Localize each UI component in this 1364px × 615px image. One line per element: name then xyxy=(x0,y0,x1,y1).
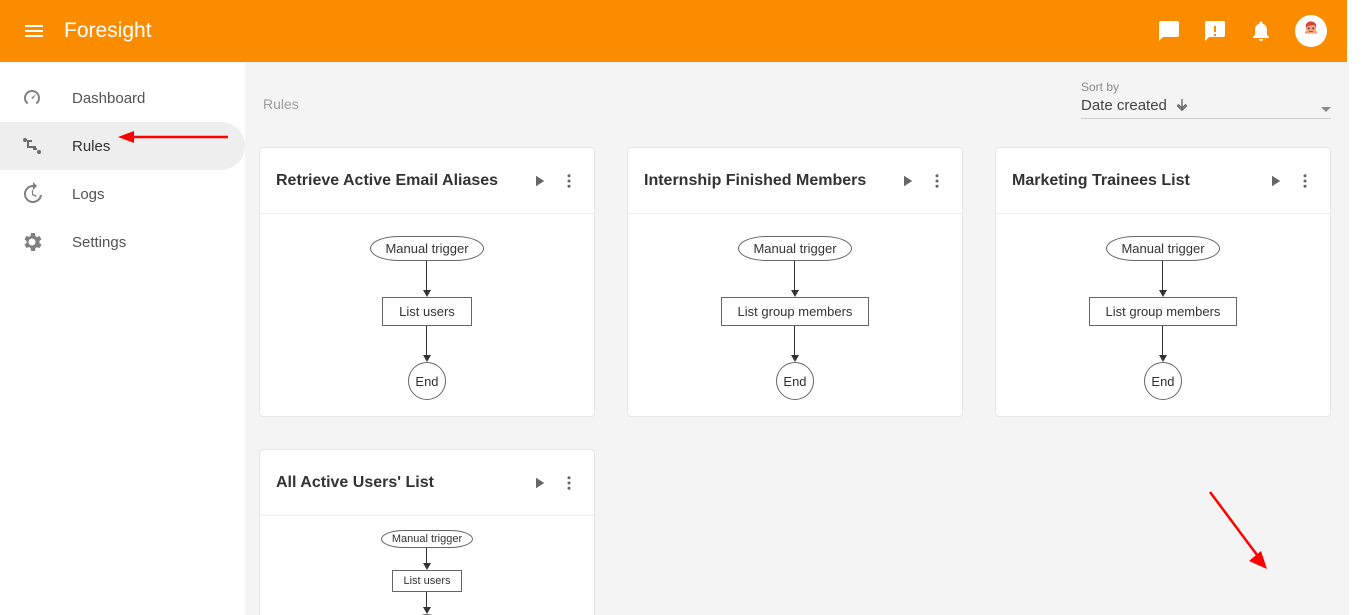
more-button[interactable] xyxy=(1290,166,1320,196)
run-button[interactable] xyxy=(1260,166,1290,196)
sidebar-item-label: Logs xyxy=(72,186,105,203)
page-title: Rules xyxy=(259,80,299,112)
end-node: End xyxy=(408,362,446,400)
rule-flowchart: Manual trigger List users End xyxy=(381,530,473,615)
rule-flowchart: Manual trigger List users End xyxy=(370,236,483,400)
hamburger-icon xyxy=(22,19,46,43)
play-icon xyxy=(530,474,548,492)
more-button[interactable] xyxy=(554,166,584,196)
brand-title: Foresight xyxy=(64,19,152,43)
action-node: List group members xyxy=(721,297,870,326)
end-node: End xyxy=(1144,362,1182,400)
sidebar-item-rules[interactable]: Rules xyxy=(0,122,245,170)
avatar[interactable] xyxy=(1295,15,1327,47)
sort-label: Sort by xyxy=(1081,80,1331,94)
run-button[interactable] xyxy=(524,468,554,498)
more-vert-icon xyxy=(928,172,946,190)
more-vert-icon xyxy=(1296,172,1314,190)
more-vert-icon xyxy=(560,172,578,190)
rule-title: Internship Finished Members xyxy=(644,172,892,190)
menu-button[interactable] xyxy=(14,11,54,51)
trigger-node: Manual trigger xyxy=(370,236,483,261)
more-button[interactable] xyxy=(922,166,952,196)
sidebar-item-label: Dashboard xyxy=(72,90,145,107)
rule-flowchart: Manual trigger List group members End xyxy=(1089,236,1238,400)
rule-title: All Active Users' List xyxy=(276,474,524,492)
trigger-node: Manual trigger xyxy=(1106,236,1219,261)
history-icon xyxy=(20,182,44,206)
more-button[interactable] xyxy=(554,468,584,498)
bell-icon[interactable] xyxy=(1249,19,1273,43)
sort-value: Date created xyxy=(1081,97,1167,114)
run-button[interactable] xyxy=(892,166,922,196)
play-icon xyxy=(898,172,916,190)
sidebar-item-label: Rules xyxy=(72,138,110,155)
end-node: End xyxy=(776,362,814,400)
sort-control[interactable]: Sort by Date created xyxy=(1081,80,1331,119)
main-content: Rules Sort by Date created Retrieve Acti… xyxy=(245,62,1349,615)
dropdown-caret-icon[interactable] xyxy=(1321,107,1331,112)
trigger-node: Manual trigger xyxy=(738,236,851,261)
more-vert-icon xyxy=(560,474,578,492)
action-node: List group members xyxy=(1089,297,1238,326)
chat-icon[interactable] xyxy=(1157,19,1181,43)
flow-icon xyxy=(20,134,44,158)
announcement-icon[interactable] xyxy=(1203,19,1227,43)
play-icon xyxy=(1266,172,1284,190)
rule-title: Marketing Trainees List xyxy=(1012,172,1260,190)
app-header: Foresight xyxy=(0,0,1347,62)
rule-card[interactable]: Marketing Trainees List Manual trigger L… xyxy=(995,147,1331,417)
avatar-image xyxy=(1297,17,1325,45)
trigger-node: Manual trigger xyxy=(381,530,473,548)
sidebar-item-label: Settings xyxy=(72,234,126,251)
sidebar: Dashboard Rules Logs Settings © 2022 xFa… xyxy=(0,62,245,615)
action-node: List users xyxy=(382,297,472,326)
gear-icon xyxy=(20,230,44,254)
arrow-down-icon[interactable] xyxy=(1173,96,1191,114)
action-node: List users xyxy=(392,570,461,592)
sidebar-item-logs[interactable]: Logs xyxy=(0,170,245,218)
run-button[interactable] xyxy=(524,166,554,196)
rule-title: Retrieve Active Email Aliases xyxy=(276,172,524,190)
sidebar-item-settings[interactable]: Settings xyxy=(0,218,245,266)
sidebar-item-dashboard[interactable]: Dashboard xyxy=(0,74,245,122)
rule-flowchart: Manual trigger List group members End xyxy=(721,236,870,400)
gauge-icon xyxy=(20,86,44,110)
play-icon xyxy=(530,172,548,190)
rule-card[interactable]: All Active Users' List Manual trigger Li… xyxy=(259,449,595,615)
rule-card[interactable]: Retrieve Active Email Aliases Manual tri… xyxy=(259,147,595,417)
rule-card[interactable]: Internship Finished Members Manual trigg… xyxy=(627,147,963,417)
